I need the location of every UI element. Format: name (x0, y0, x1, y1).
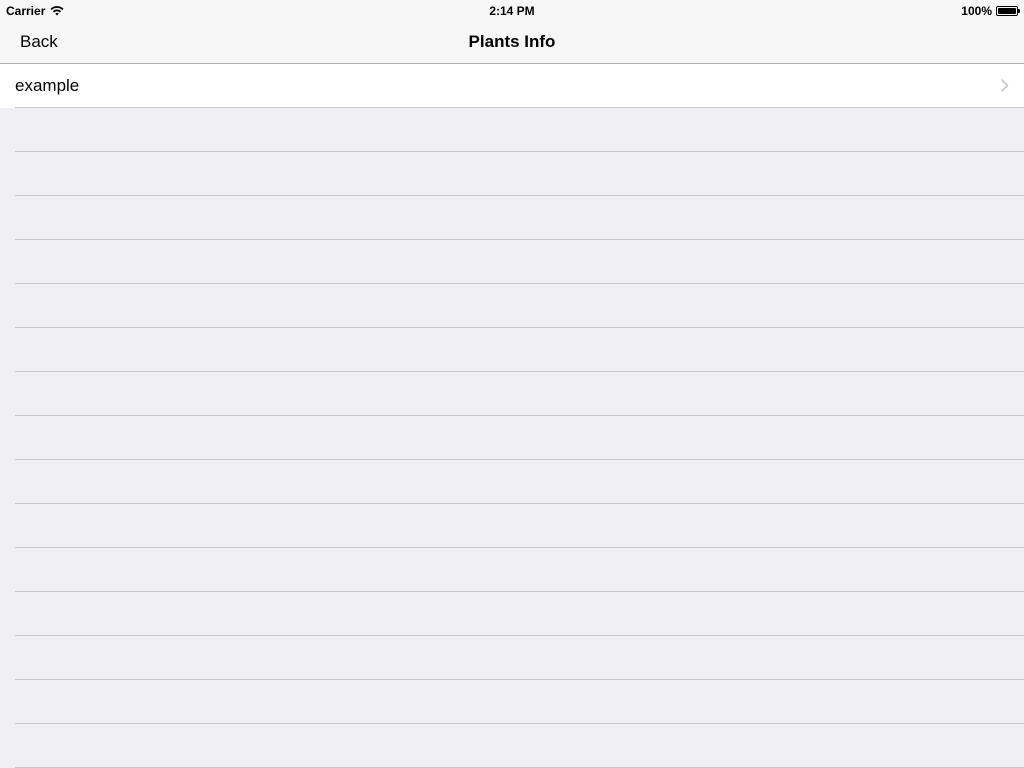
status-battery: 100% (961, 4, 1020, 18)
empty-row (0, 196, 1024, 240)
empty-row (0, 328, 1024, 372)
navigation-bar: Back Plants Info (0, 20, 1024, 64)
battery-percent: 100% (961, 4, 992, 18)
empty-row (0, 592, 1024, 636)
app-screen: Carrier 2:14 PM 100% Back Plants Info ex… (0, 0, 1024, 768)
empty-row (0, 284, 1024, 328)
battery-fill (998, 8, 1016, 14)
empty-row (0, 416, 1024, 460)
empty-row (0, 152, 1024, 196)
empty-row (0, 680, 1024, 724)
empty-row (0, 636, 1024, 680)
row-label: example (15, 76, 80, 95)
empty-row (0, 460, 1024, 504)
battery-icon (996, 6, 1020, 16)
empty-row (0, 504, 1024, 548)
status-time: 2:14 PM (489, 4, 535, 18)
page-title: Plants Info (468, 32, 556, 51)
empty-row (0, 240, 1024, 284)
battery-cap (1018, 9, 1020, 13)
status-bar: Carrier 2:14 PM 100% (0, 0, 1024, 20)
empty-row (0, 548, 1024, 592)
top-bar: Carrier 2:14 PM 100% Back Plants Info (0, 0, 1024, 64)
table-row[interactable]: example (0, 64, 1024, 108)
empty-row (0, 724, 1024, 768)
chevron-right-icon (1001, 79, 1009, 92)
empty-row (0, 108, 1024, 152)
plants-table: example (0, 64, 1024, 768)
empty-row (0, 372, 1024, 416)
